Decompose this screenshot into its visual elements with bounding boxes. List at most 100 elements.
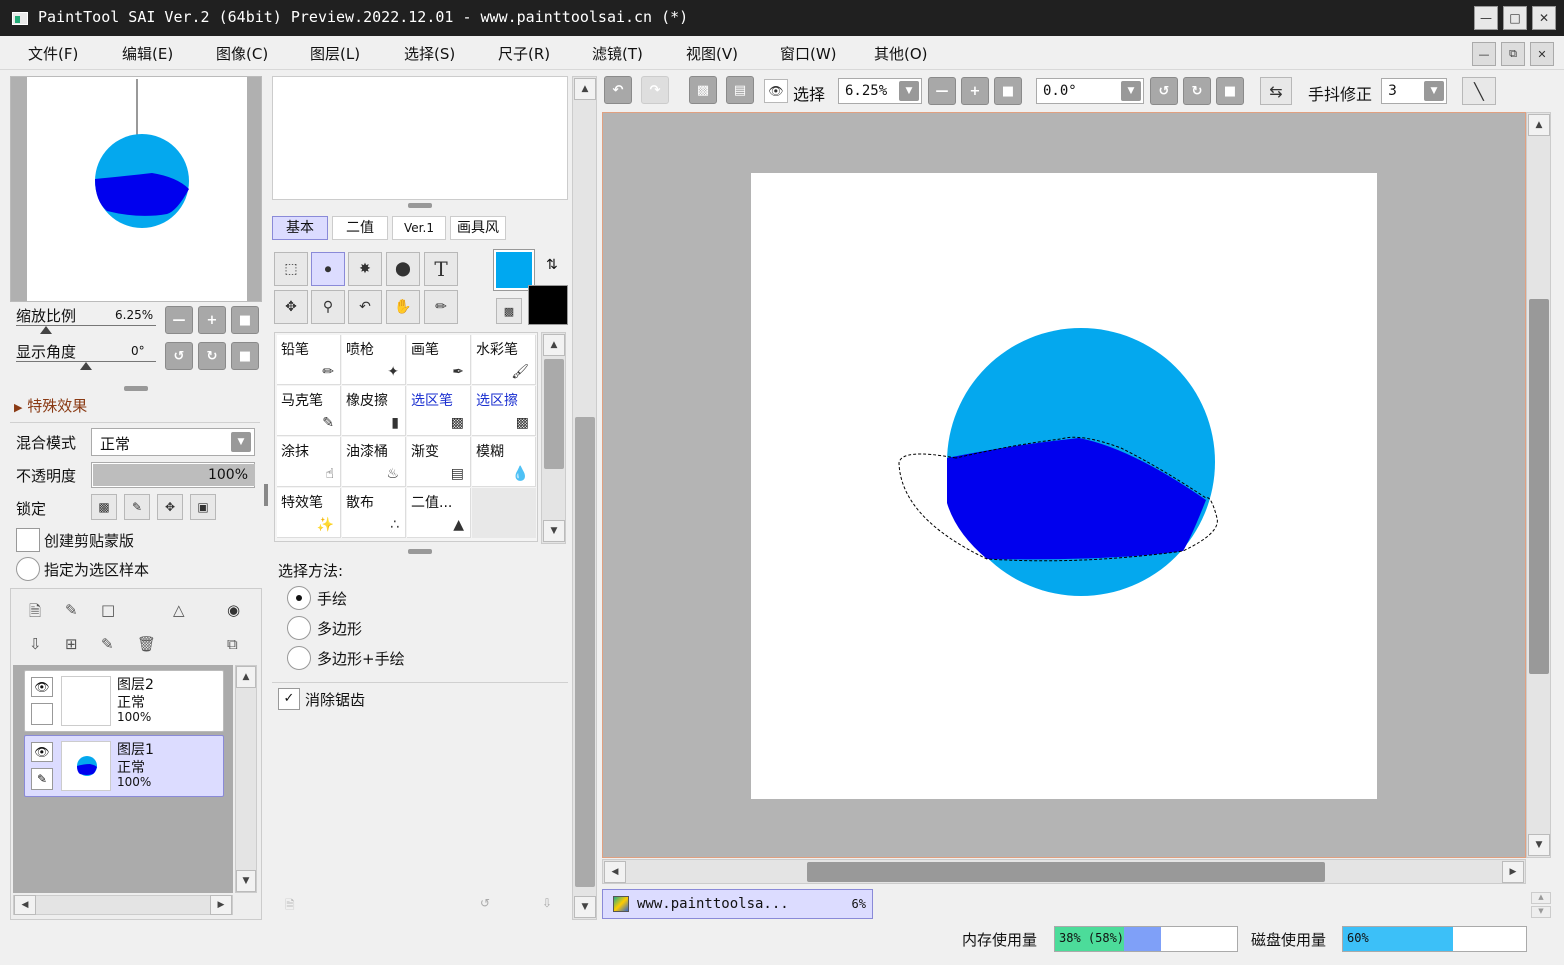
selection-source-radio[interactable] (16, 557, 40, 581)
swap-colors-icon[interactable]: ⇅ (546, 257, 558, 273)
brush-slot[interactable]: 选区擦 ▩ (472, 386, 536, 436)
lasso-icon[interactable]: ⦁ (311, 252, 345, 286)
redo-button[interactable]: ↷ (641, 76, 669, 104)
layer-list-hscrollbar[interactable]: ◀ ▶ (13, 895, 233, 915)
clipping-checkbox[interactable] (16, 528, 40, 552)
menu-select[interactable]: 选择(S) (404, 43, 455, 64)
rect-select-icon[interactable]: ⬚ (274, 252, 308, 286)
doc-close-button[interactable]: ✕ (1530, 42, 1554, 66)
brush-slot[interactable]: 涂抹 ☝ (277, 437, 341, 487)
blend-mode-select[interactable]: 正常 ▼ (91, 428, 255, 456)
antialias-checkbox[interactable]: ✓ (278, 688, 300, 710)
maximize-button[interactable]: □ (1503, 6, 1527, 30)
lock-move-icon[interactable]: ✥ (157, 494, 183, 520)
tab-basic[interactable]: 基本 (272, 216, 328, 240)
zoom-out-button[interactable]: — (928, 77, 956, 105)
brush-slot[interactable]: 模糊 💧 (472, 437, 536, 487)
opacity-slider[interactable]: 100% (91, 462, 255, 488)
move-icon[interactable]: ✥ (274, 290, 308, 324)
canvas-drawing[interactable] (751, 173, 1377, 799)
rotate-ccw-button[interactable]: ↺ (165, 342, 193, 370)
text-icon[interactable]: T (424, 252, 458, 286)
splitter-handle[interactable] (124, 386, 148, 391)
eye-icon[interactable]: 👁 (31, 742, 53, 762)
left-panel-splitter[interactable] (264, 484, 268, 506)
shape-icon[interactable]: ⬤ (386, 252, 420, 286)
zoom-select[interactable]: 6.25% ▼ (838, 78, 922, 104)
menu-window[interactable]: 窗口(W) (780, 43, 837, 64)
layer-mask-icon[interactable]: ◉ (227, 601, 240, 619)
zoom-in-button[interactable]: + (961, 77, 989, 105)
brush-slot[interactable]: 散布 ∴ (342, 488, 406, 538)
brush-slot[interactable]: 喷枪 ✦ (342, 335, 406, 385)
brush-slot[interactable]: 画笔 ✒ (407, 335, 471, 385)
splitter-handle[interactable] (408, 549, 432, 554)
menu-layer[interactable]: 图层(L) (310, 43, 360, 64)
scroll-down-icon[interactable]: ▼ (236, 870, 256, 892)
deselect-button[interactable]: ▩ (689, 76, 717, 104)
new-folder-icon[interactable]: □ (101, 601, 115, 619)
lock-transparency-icon[interactable]: ▩ (91, 494, 117, 520)
eyedropper-icon[interactable]: ✏ (424, 290, 458, 324)
layer-row-selected[interactable]: 👁 ✎ 图层1 正常 100% (24, 735, 224, 797)
rotate-ccw-button[interactable]: ↺ (1150, 77, 1178, 105)
zoom-reset-button[interactable]: ■ (231, 306, 259, 334)
scroll-up-icon[interactable]: ▲ (236, 666, 256, 688)
merge-layers-icon[interactable]: ⊞ (65, 635, 78, 653)
secondary-color-swatch[interactable] (528, 285, 568, 325)
tool-panel-scrollbar[interactable]: ▲ ▼ (572, 76, 597, 920)
brush-slot[interactable]: 水彩笔 🖌 (472, 335, 536, 385)
brush-slot[interactable]: 二值... ▲ (407, 488, 471, 538)
polygon-freehand-radio[interactable] (287, 646, 311, 670)
zoom-in-button[interactable]: + (198, 306, 226, 334)
angle-slider[interactable] (16, 361, 156, 371)
polygon-radio[interactable] (287, 616, 311, 640)
scroll-thumb[interactable] (544, 359, 564, 469)
brush-slot[interactable]: 铅笔 ✏ (277, 335, 341, 385)
zoom-out-button[interactable]: — (165, 306, 193, 334)
invert-selection-button[interactable]: ▤ (726, 76, 754, 104)
freehand-radio[interactable] (287, 586, 311, 610)
canvas-hscrollbar[interactable]: ◀ ▶ (602, 859, 1526, 884)
layer-effect-icon[interactable]: △ (173, 601, 185, 619)
scroll-down-icon[interactable]: ▼ (1528, 834, 1550, 856)
scroll-thumb[interactable] (1529, 299, 1549, 674)
brush-grid-scrollbar[interactable]: ▲ ▼ (541, 332, 566, 544)
special-effects-expander[interactable]: ▶ 特殊效果 (14, 395, 87, 416)
merge-down-icon[interactable]: ⇩ (29, 635, 42, 653)
hand-icon[interactable]: ✋ (386, 290, 420, 324)
brush-slot[interactable]: 油漆桶 ♨ (342, 437, 406, 487)
brush-slot[interactable]: 橡皮擦 ▮ (342, 386, 406, 436)
menu-view[interactable]: 视图(V) (686, 43, 738, 64)
navigator-thumbnail[interactable] (27, 77, 247, 301)
doc-restore-button[interactable]: ⧉ (1501, 42, 1525, 66)
canvas-paper[interactable] (751, 173, 1377, 799)
zoom-icon[interactable]: ⚲ (311, 290, 345, 324)
straight-line-icon[interactable]: ╲ (1462, 77, 1496, 105)
tool-panel-footer-undo-icon[interactable]: ↺ (480, 896, 490, 910)
layer-list-scrollbar[interactable]: ▲ ▼ (235, 665, 257, 893)
scroll-thumb[interactable] (575, 417, 595, 887)
scroll-down-icon[interactable]: ▼ (543, 520, 565, 542)
tab-paint-style[interactable]: 画具风 (450, 216, 506, 240)
canvas-view[interactable] (602, 112, 1526, 858)
tool-panel-footer-save-icon[interactable]: ⇩ (542, 896, 552, 910)
lock-paint-icon[interactable] (31, 703, 53, 725)
rotate-cw-button[interactable]: ↻ (198, 342, 226, 370)
brush-slot[interactable]: 选区笔 ▩ (407, 386, 471, 436)
pen-icon[interactable]: ✎ (31, 768, 53, 790)
scroll-down-icon[interactable]: ▼ (574, 896, 596, 918)
menu-edit[interactable]: 编辑(E) (122, 43, 173, 64)
rotate-icon[interactable]: ↶ (348, 290, 382, 324)
menu-filter[interactable]: 滤镜(T) (592, 43, 643, 64)
tab-scroll-down-icon[interactable]: ▼ (1531, 906, 1551, 918)
menu-ruler[interactable]: 尺子(R) (498, 43, 550, 64)
tab-ver1[interactable]: Ver.1 (392, 216, 446, 240)
scroll-thumb[interactable] (807, 862, 1325, 882)
brush-slot[interactable]: 马克笔 ✎ (277, 386, 341, 436)
rotate-reset-button[interactable]: ■ (231, 342, 259, 370)
tool-panel-footer-left-icon[interactable]: 🗎 (285, 896, 295, 917)
menu-file[interactable]: 文件(F) (28, 43, 78, 64)
scroll-up-icon[interactable]: ▲ (574, 78, 596, 100)
scroll-right-icon[interactable]: ▶ (1502, 861, 1524, 883)
